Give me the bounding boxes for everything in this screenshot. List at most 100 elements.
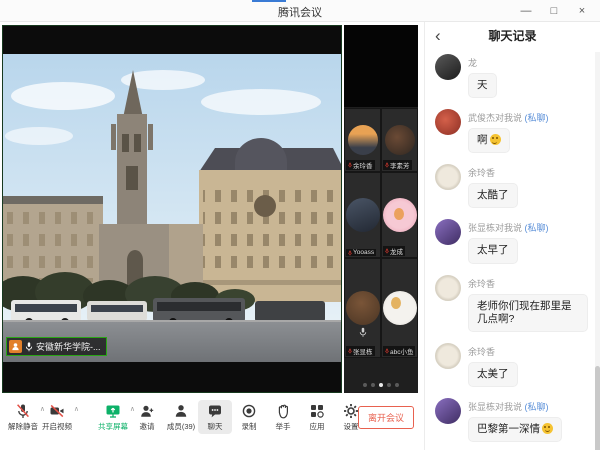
- chat-header: ‹ 聊天记录: [425, 22, 600, 49]
- muted-mic-icon: [348, 250, 352, 256]
- message-bubble: 太早了: [468, 238, 518, 263]
- raise-hand-icon: [275, 402, 291, 419]
- scrollbar-thumb[interactable]: [595, 366, 600, 450]
- record-button[interactable]: 录制: [232, 400, 266, 434]
- sender-name: 余玲香: [468, 345, 588, 358]
- settings-gear-icon: [343, 402, 359, 419]
- message-bubble: 巴黎第一深情: [468, 417, 562, 442]
- share-screen-button[interactable]: ∧ 共享屏幕: [96, 400, 130, 434]
- chat-message: 张显栋对我说 (私聊) 巴黎第一深情: [435, 398, 588, 442]
- avatar: [435, 164, 461, 190]
- chat-title: 聊天记录: [488, 27, 536, 44]
- participant-name: 李素芳: [390, 160, 410, 170]
- message-bubble: 太美了: [468, 362, 518, 387]
- participant-name: 余玲香: [353, 160, 373, 170]
- message-bubble: 啊: [468, 128, 510, 153]
- maximize-button[interactable]: □: [540, 0, 568, 22]
- chat-panel: ‹ 聊天记录 龙 天 武俊杰对我说 (私聊) 啊: [424, 22, 600, 450]
- sender-name: 武俊杰对我说 (私聊): [468, 111, 588, 124]
- unmute-button[interactable]: ∧ 解除静音: [6, 400, 40, 434]
- participant-tile[interactable]: 龙成: [381, 172, 418, 258]
- participant-thumbnail-strip: 余玲香 李素芳 Yooass 龙成: [344, 25, 418, 393]
- participant-tile[interactable]: 李素芳: [381, 108, 418, 172]
- invite-button[interactable]: 邀请: [130, 400, 164, 434]
- meeting-toolbar: ∧ 解除静音 ∧ 开启视频 ∧ 共享屏幕 邀请: [0, 394, 422, 450]
- titlebar: 腾讯会议 — □ ×: [0, 0, 600, 22]
- avatar: [385, 125, 415, 155]
- private-chat-label: (私聊): [525, 223, 549, 233]
- members-button[interactable]: 成员(39): [164, 400, 198, 434]
- smile-emoji: [490, 134, 501, 145]
- speaker-name: 安徽新华学院-...: [36, 340, 101, 353]
- participant-name: abc小鱼: [390, 346, 413, 356]
- sender-name: 余玲香: [468, 277, 588, 290]
- chat-scrollbar[interactable]: [595, 52, 600, 450]
- participant-name: 张显栋: [353, 346, 373, 356]
- avatar: [348, 125, 378, 155]
- mic-muted-icon: [15, 402, 31, 419]
- sender-name: 余玲香: [468, 166, 588, 179]
- avatar: [435, 398, 461, 424]
- minimize-button[interactable]: —: [512, 0, 540, 22]
- apps-icon: [309, 402, 325, 419]
- sender-name: 张显栋对我说 (私聊): [468, 400, 588, 413]
- mic-on-icon: [359, 327, 367, 338]
- avatar: [435, 275, 461, 301]
- muted-mic-icon: [385, 162, 389, 168]
- muted-mic-icon: [348, 348, 352, 354]
- window-title: 腾讯会议: [0, 4, 600, 20]
- participant-name: Yooass: [353, 249, 374, 256]
- muted-mic-icon: [348, 162, 352, 168]
- camera-off-icon: [49, 402, 65, 419]
- muted-mic-icon: [385, 248, 389, 254]
- chat-message: 余玲香 老师你们现在那里是几点啊?: [435, 275, 588, 332]
- window-controls: — □ ×: [512, 0, 596, 22]
- chat-message-list[interactable]: 龙 天 武俊杰对我说 (私聊) 啊 余玲香 太酷了: [425, 50, 594, 450]
- private-chat-label: (私聊): [525, 113, 549, 123]
- chevron-up-icon[interactable]: ∧: [74, 405, 79, 413]
- sender-name: 张显栋对我说 (私聊): [468, 221, 588, 234]
- avatar: [435, 343, 461, 369]
- tencent-meeting-window: 腾讯会议 — □ ×: [0, 0, 600, 450]
- participant-tile[interactable]: Yooass: [344, 172, 381, 258]
- invite-icon: [139, 402, 155, 419]
- participant-tile[interactable]: 余玲香: [344, 108, 381, 172]
- avatar: [346, 198, 380, 232]
- chat-button[interactable]: 聊天: [198, 400, 232, 434]
- active-speaker-label: 安徽新华学院-...: [6, 337, 107, 356]
- start-video-button[interactable]: ∧ 开启视频: [40, 400, 74, 434]
- sender-name: 龙: [468, 56, 588, 69]
- tab-indicator: [252, 0, 286, 2]
- chat-message: 张显栋对我说 (私聊) 太早了: [435, 219, 588, 263]
- participant-tile[interactable]: 张显栋: [344, 258, 381, 358]
- chat-icon: [207, 402, 223, 419]
- avatar: [435, 54, 461, 80]
- members-icon: [173, 402, 189, 419]
- leave-meeting-button[interactable]: 离开会议: [358, 406, 414, 429]
- avatar: [346, 291, 380, 325]
- camera-off-tile[interactable]: [344, 25, 418, 107]
- raise-hand-button[interactable]: 举手: [266, 400, 300, 434]
- chat-message: 武俊杰对我说 (私聊) 啊: [435, 109, 588, 153]
- main-video-tile[interactable]: 安徽新华学院-...: [2, 25, 342, 393]
- apps-button[interactable]: 应用: [300, 400, 334, 434]
- paris-scene-image: [3, 54, 341, 362]
- chat-message: 余玲香 太酷了: [435, 164, 588, 208]
- back-chevron-icon[interactable]: ‹: [435, 23, 441, 48]
- pagination-dots[interactable]: [344, 383, 418, 387]
- private-chat-label: (私聊): [525, 402, 549, 412]
- chat-message: 余玲香 太美了: [435, 343, 588, 387]
- avatar: [435, 109, 461, 135]
- avatar: [383, 291, 417, 325]
- mic-on-icon: [25, 342, 33, 352]
- close-button[interactable]: ×: [568, 0, 596, 22]
- message-bubble: 天: [468, 73, 497, 98]
- participant-tile[interactable]: abc小鱼: [381, 258, 418, 358]
- avatar: [435, 219, 461, 245]
- muted-mic-icon: [385, 348, 389, 354]
- presenter-badge-icon: [9, 340, 22, 353]
- message-bubble: 太酷了: [468, 183, 518, 208]
- share-screen-icon: [105, 402, 121, 419]
- participant-name: 龙成: [390, 246, 403, 256]
- laugh-emoji: [542, 423, 553, 434]
